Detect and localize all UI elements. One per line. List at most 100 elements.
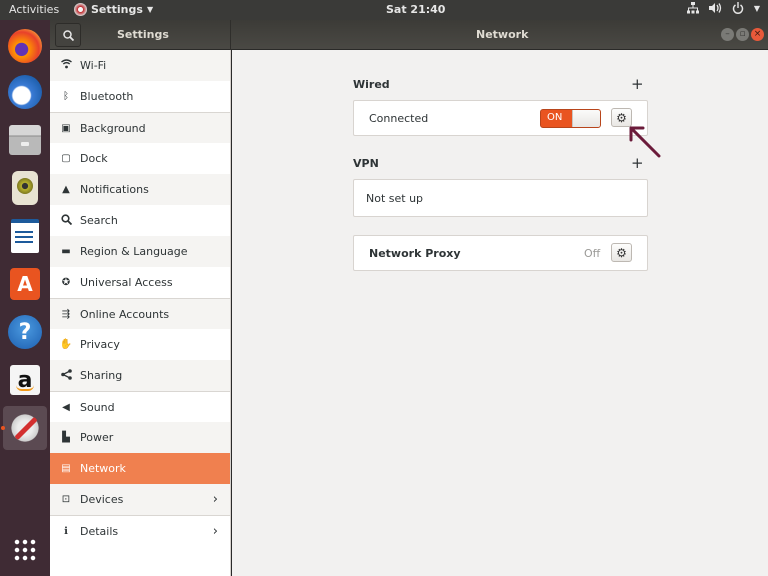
activities-button[interactable]: Activities <box>9 3 59 16</box>
search-button[interactable] <box>55 23 81 47</box>
sidebar-item-wifi[interactable]: Wi-Fi <box>50 50 230 81</box>
sidebar-item-sound[interactable]: ◀ Sound <box>50 391 230 422</box>
app-menu[interactable]: Settings ▼ <box>74 3 153 16</box>
sidebar-item-label: Power <box>80 431 114 444</box>
sidebar-item-label: Universal Access <box>80 276 173 289</box>
network-proxy-row[interactable]: Network Proxy Off ⚙ <box>353 235 648 271</box>
vpn-status: Not set up <box>366 192 424 205</box>
sidebar-item-label: Search <box>80 214 118 227</box>
sidebar-item-bluetooth[interactable]: ᛒ Bluetooth <box>50 81 230 112</box>
proxy-status: Off <box>584 247 601 260</box>
proxy-settings-button[interactable]: ⚙ <box>611 243 632 262</box>
wired-section-title: Wired <box>353 78 390 91</box>
dock-item-firefox[interactable] <box>3 24 47 68</box>
header-divider <box>230 20 231 50</box>
show-applications-button[interactable] <box>3 528 47 572</box>
minimize-button[interactable]: – <box>721 28 734 41</box>
wired-toggle[interactable]: ON <box>540 109 601 128</box>
close-button[interactable]: × <box>751 28 764 41</box>
sidebar-item-label: Background <box>80 121 146 135</box>
dock-item-settings[interactable] <box>3 406 47 450</box>
sidebar: Wi-Fi ᛒ Bluetooth ▣ Background ▢ Dock ▲ … <box>50 50 231 576</box>
wired-connection-row: Connected ON ⚙ <box>353 100 648 136</box>
search-icon <box>62 29 74 41</box>
dock-item-thunderbird[interactable] <box>3 70 47 114</box>
chevron-down-icon: ▼ <box>146 5 154 14</box>
chevron-right-icon: › <box>212 492 218 507</box>
gear-icon: ⚙ <box>616 110 627 125</box>
sidebar-item-label: Region & Language <box>80 245 188 258</box>
network-panel: Wired + Connected ON ⚙ VPN + Not set up … <box>232 50 768 576</box>
speaker-icon: ◀ <box>62 401 70 413</box>
sidebar-item-power[interactable]: ▙ Power <box>50 422 230 453</box>
sidebar-item-label: Bluetooth <box>80 90 134 103</box>
running-indicator <box>1 426 5 430</box>
power-icon <box>732 2 744 14</box>
sidebar-item-privacy[interactable]: ✋ Privacy <box>50 329 230 360</box>
sidebar-item-label: Dock <box>80 152 108 165</box>
bluetooth-icon: ᛒ <box>63 91 69 102</box>
network-icon: ▤ <box>61 463 71 474</box>
sidebar-item-label: Privacy <box>80 338 120 351</box>
power-icon: ▙ <box>62 432 70 443</box>
dock-item-amazon[interactable]: a <box>3 358 47 402</box>
help-icon: ? <box>8 315 42 349</box>
background-icon: ▣ <box>61 122 71 134</box>
dock-icon: ▢ <box>61 153 71 164</box>
files-icon <box>9 125 41 155</box>
page-title: Network <box>476 28 529 41</box>
system-tray[interactable]: ▼ <box>686 2 760 14</box>
sidebar-item-label: Details <box>80 524 119 538</box>
sidebar-item-background[interactable]: ▣ Background <box>50 112 230 143</box>
sidebar-item-label: Sharing <box>80 369 123 382</box>
top-bar: Activities Settings ▼ Sat 21:40 ▼ <box>0 0 768 20</box>
sidebar-item-universal-access[interactable]: ✪ Universal Access <box>50 267 230 298</box>
vpn-row: Not set up <box>353 179 648 217</box>
clock[interactable]: Sat 21:40 <box>386 3 445 16</box>
dock: A ? a <box>0 20 50 576</box>
dock-item-software[interactable]: A <box>3 262 47 306</box>
universal-access-icon: ✪ <box>61 277 71 288</box>
libreoffice-writer-icon <box>11 219 39 253</box>
sidebar-title: Settings <box>117 28 169 41</box>
wifi-icon <box>59 59 73 72</box>
dock-item-help[interactable]: ? <box>3 310 47 354</box>
window-header: Settings Network – ▫ × <box>50 20 768 50</box>
dock-item-files[interactable] <box>3 118 47 162</box>
sidebar-item-sharing[interactable]: Sharing <box>50 360 230 391</box>
firefox-icon <box>8 29 42 63</box>
chevron-right-icon: › <box>212 523 218 539</box>
sidebar-item-label: Sound <box>80 400 115 414</box>
sidebar-item-network[interactable]: ▤ Network <box>50 453 230 484</box>
dock-item-writer[interactable] <box>3 214 47 258</box>
sidebar-item-dock[interactable]: ▢ Dock <box>50 143 230 174</box>
grid-icon <box>13 538 37 562</box>
sidebar-item-online-accounts[interactable]: ⇶ Online Accounts <box>50 298 230 329</box>
online-accounts-icon: ⇶ <box>61 308 71 320</box>
system-menu-arrow-icon: ▼ <box>753 3 760 13</box>
volume-icon <box>708 3 721 13</box>
devices-icon: ⊡ <box>61 494 71 505</box>
info-icon: ℹ <box>64 525 68 537</box>
maximize-button[interactable]: ▫ <box>736 28 749 41</box>
sidebar-item-label: Notifications <box>80 183 149 196</box>
app-menu-label: Settings <box>91 3 143 16</box>
sidebar-item-search[interactable]: Search <box>50 205 230 236</box>
sidebar-item-label: Devices <box>80 493 124 506</box>
sidebar-item-region-language[interactable]: ▬ Region & Language <box>50 236 230 267</box>
search-icon <box>59 213 73 228</box>
sidebar-item-details[interactable]: ℹ Details › <box>50 515 230 546</box>
settings-app-icon <box>74 3 87 16</box>
amazon-icon: a <box>10 365 40 395</box>
dock-item-rhythmbox[interactable] <box>3 166 47 210</box>
sidebar-item-label: Network <box>80 462 126 475</box>
toggle-on-label: ON <box>547 112 563 123</box>
region-icon: ▬ <box>61 246 71 257</box>
sidebar-item-notifications[interactable]: ▲ Notifications <box>50 174 230 205</box>
sidebar-item-label: Online Accounts <box>80 307 170 321</box>
privacy-hand-icon: ✋ <box>59 339 73 350</box>
network-wired-icon <box>686 2 699 14</box>
add-wired-button[interactable]: + <box>631 77 644 92</box>
sidebar-item-devices[interactable]: ⊡ Devices › <box>50 484 230 515</box>
thunderbird-icon <box>8 75 42 109</box>
